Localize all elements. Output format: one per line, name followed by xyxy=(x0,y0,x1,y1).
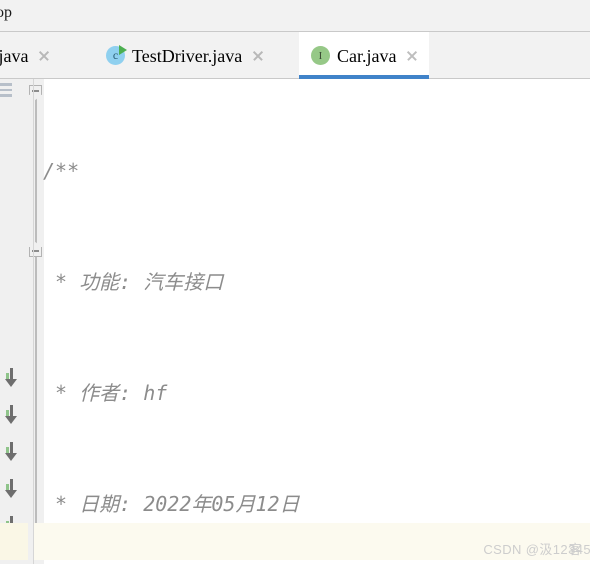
implemented-by-arrow-icon[interactable] xyxy=(4,404,18,426)
code-token: * 作者: hf xyxy=(43,381,168,405)
code-line[interactable]: /** xyxy=(34,153,590,190)
tab-label: ver.java xyxy=(0,45,29,66)
interface-icon: I xyxy=(311,46,330,65)
code-line[interactable]: * 功能: 汽车接口 xyxy=(34,264,590,301)
tab-car-java[interactable]: I Car.java xyxy=(299,32,430,79)
watermark-name-b: 客 xyxy=(568,542,582,557)
tab-label: TestDriver.java xyxy=(132,45,243,66)
class-runnable-icon: c xyxy=(106,45,127,65)
tab-testdriver-java[interactable]: c TestDriver.java xyxy=(102,32,275,79)
code-line[interactable]: * 作者: hf xyxy=(34,375,590,412)
tab-driver-java[interactable]: c ver.java xyxy=(0,32,61,79)
editor-gutter[interactable] xyxy=(0,79,28,564)
close-icon[interactable] xyxy=(37,49,51,63)
watermark-name-a: 汲123456 xyxy=(539,542,590,557)
tab-label: Car.java xyxy=(337,45,397,66)
watermark-prefix: CSDN @ xyxy=(483,542,540,557)
code-text[interactable]: /** * 功能: 汽车接口 * 作者: hf * 日期: 2022年05月12… xyxy=(34,79,590,564)
code-token: /** xyxy=(43,159,80,183)
watermark: CSDN @汲123456客 xyxy=(483,539,590,558)
breadcrumb[interactable]: op xyxy=(0,4,12,22)
hamburger-lines-icon xyxy=(0,83,12,97)
code-token: * 日期: 2022年05月12日 xyxy=(43,492,300,516)
run-arrow-icon xyxy=(119,45,127,55)
code-editor[interactable]: /** * 功能: 汽车接口 * 作者: hf * 日期: 2022年05月12… xyxy=(0,79,590,564)
code-token: * 功能: 汽车接口 xyxy=(43,270,224,294)
close-icon[interactable] xyxy=(405,49,419,63)
implemented-by-arrow-icon[interactable] xyxy=(4,441,18,463)
navigation-bar: op xyxy=(0,0,590,32)
caret-line-gutter-highlight xyxy=(0,523,28,560)
implemented-by-arrow-icon[interactable] xyxy=(4,478,18,500)
interface-icon-letter: I xyxy=(318,49,323,62)
close-icon[interactable] xyxy=(251,49,265,63)
editor-tab-bar: c ver.java c TestDriver.java I Car.java xyxy=(0,32,590,79)
code-line[interactable]: * 日期: 2022年05月12日 xyxy=(34,486,590,523)
implemented-by-arrow-icon[interactable] xyxy=(4,367,18,389)
